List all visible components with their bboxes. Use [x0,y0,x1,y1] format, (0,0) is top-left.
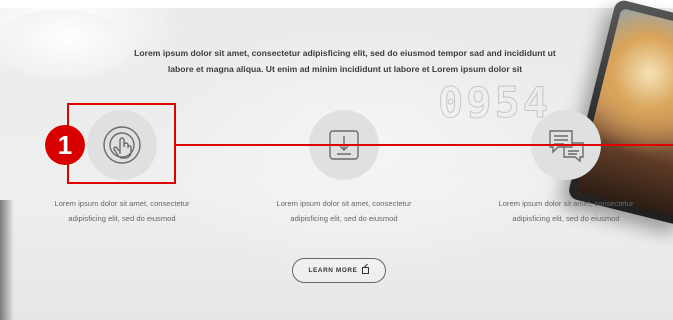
feature-text-line: adipisficing elit, sed do eiusmod [68,214,176,223]
feature-text-line: Lorem ipsum dolor sit amet, consectetur [498,199,634,208]
feature-text-touch: Lorem ipsum dolor sit amet, consectetur … [22,196,222,226]
annotation-line [176,144,673,146]
top-strip [0,0,673,8]
feature-text-line: adipisficing elit, sed do eiusmod [290,214,398,223]
external-link-icon [362,267,370,274]
feature-text-line: adipisficing elit, sed do eiusmod [512,214,620,223]
feature-text-chat: Lorem ipsum dolor sit amet, consectetur … [466,196,666,226]
learn-more-button[interactable]: LEARN MORE [292,258,386,283]
feature-text-line: Lorem ipsum dolor sit amet, consectetur [54,199,190,208]
intro-text: Lorem ipsum dolor sit amet, consectetur … [100,45,590,77]
left-edge-shadow [0,200,14,320]
intro-line-1: Lorem ipsum dolor sit amet, consectetur … [134,48,556,58]
learn-more-label: LEARN MORE [308,267,358,274]
feature-text-line: Lorem ipsum dolor sit amet, consectetur [276,199,412,208]
annotation-marker: 1 [45,125,85,165]
feature-item-chat: Lorem ipsum dolor sit amet, consectetur … [466,110,666,226]
intro-line-2: labore et magna aliqua. Ut enim ad minim… [167,64,523,74]
feature-item-download: Lorem ipsum dolor sit amet, consectetur … [244,110,444,226]
feature-text-download: Lorem ipsum dolor sit amet, consectetur … [244,196,444,226]
